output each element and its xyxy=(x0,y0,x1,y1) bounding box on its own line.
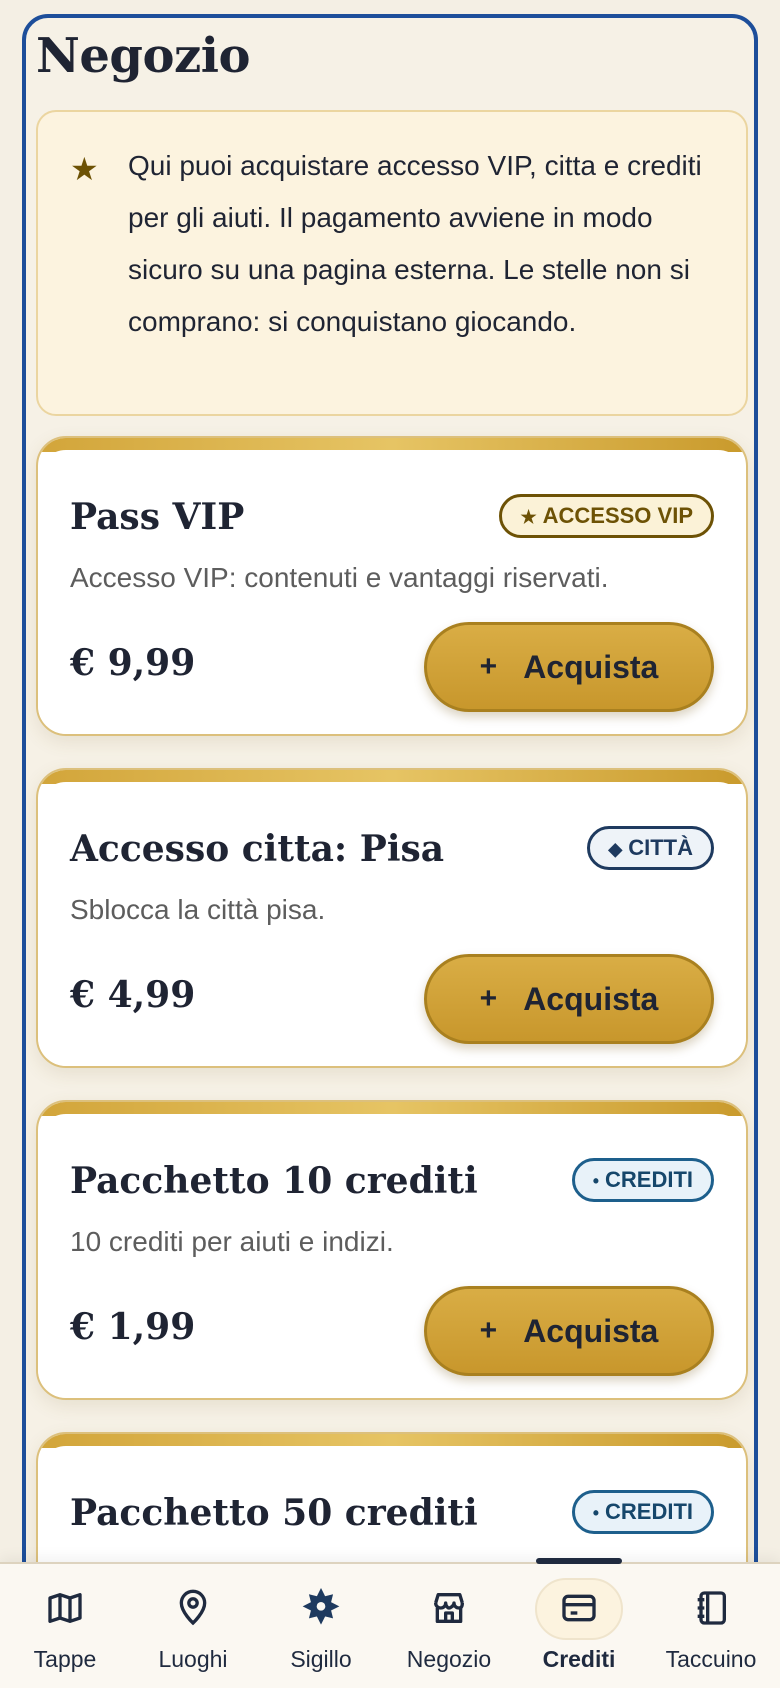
star-icon: ★ xyxy=(520,507,537,527)
dot-icon: • xyxy=(592,1503,599,1523)
badge-label: CITTÀ xyxy=(628,835,693,860)
product-description: 10 crediti per aiuti e indizi. xyxy=(70,1226,394,1257)
buy-button[interactable]: + Acquista xyxy=(424,954,714,1044)
card-body: Accesso citta: Pisa ◆ CITTÀ Sblocca la ci… xyxy=(38,782,746,1066)
badge-credits: • CREDITI xyxy=(571,1490,714,1534)
badge-vip: ★ ACCESSO VIP xyxy=(499,494,714,538)
page-title: Negozio xyxy=(36,28,251,84)
nav-item-tappe[interactable]: Tappe xyxy=(0,1564,130,1688)
card-body: Pacchetto 10 crediti • CREDITI 10 crediti… xyxy=(38,1114,746,1398)
bottom-navigation: Tappe Luoghi Sigillo Negozio Crediti Tac… xyxy=(0,1558,780,1688)
nav-label: Crediti xyxy=(542,1646,616,1672)
product-title: Pass VIP xyxy=(70,496,245,538)
info-notice: ★ Qui puoi acquistare accesso VIP, citta… xyxy=(36,110,748,416)
nav-label: Taccuino xyxy=(665,1646,757,1672)
notice-text: Qui puoi acquistare accesso VIP, citta e… xyxy=(128,150,702,337)
product-title: Accesso citta: Pisa xyxy=(70,828,445,870)
product-description: Sblocca la città pisa. xyxy=(70,894,326,925)
diamond-icon: ◆ xyxy=(608,839,623,859)
active-indicator xyxy=(536,1558,622,1564)
nav-item-luoghi[interactable]: Luoghi xyxy=(128,1564,258,1688)
badge-city: ◆ CITTÀ xyxy=(587,826,714,870)
nav-label: Luoghi xyxy=(158,1646,228,1672)
badge-label: ACCESSO VIP xyxy=(542,503,693,528)
badge-label: CREDITI xyxy=(605,1499,693,1524)
nav-label: Tappe xyxy=(33,1646,97,1672)
badge-credits: • CREDITI xyxy=(571,1158,714,1202)
buy-button[interactable]: + Acquista xyxy=(424,622,714,712)
plus-icon: + xyxy=(479,650,498,683)
product-title: Pacchetto 10 crediti xyxy=(70,1160,478,1202)
product-price: € 9,99 xyxy=(70,642,196,684)
nav-label: Sigillo xyxy=(290,1646,352,1672)
nav-item-taccuino[interactable]: Taccuino xyxy=(646,1564,776,1688)
map-icon xyxy=(48,1593,82,1623)
store-icon xyxy=(434,1593,464,1623)
product-card-credits-10: Pacchetto 10 crediti • CREDITI 10 crediti… xyxy=(36,1100,748,1400)
buy-button-label: Acquista xyxy=(523,980,659,1017)
dot-icon: • xyxy=(592,1171,599,1191)
card-body: Pass VIP ★ ACCESSO VIP Accesso VIP: conte… xyxy=(38,450,746,734)
plus-icon: + xyxy=(479,1314,498,1347)
seal-icon xyxy=(302,1588,340,1625)
product-price: € 1,99 xyxy=(70,1306,196,1348)
badge-label: CREDITI xyxy=(605,1167,693,1192)
product-price: € 4,99 xyxy=(70,974,196,1016)
nav-item-sigillo[interactable]: Sigillo xyxy=(256,1564,386,1688)
plus-icon: + xyxy=(479,982,498,1015)
notebook-icon xyxy=(697,1591,726,1625)
app-frame: Negozio ★ Qui puoi acquistare accesso VI… xyxy=(22,14,758,1688)
product-title: Pacchetto 50 crediti xyxy=(70,1492,478,1534)
buy-button-label: Acquista xyxy=(523,648,659,685)
product-card-vip: Pass VIP ★ ACCESSO VIP Accesso VIP: conte… xyxy=(36,436,748,736)
buy-button[interactable]: + Acquista xyxy=(424,1286,714,1376)
credit-card-icon xyxy=(562,1594,596,1622)
nav-item-negozio[interactable]: Negozio xyxy=(384,1564,514,1688)
star-icon: ★ xyxy=(70,150,99,188)
location-pin-icon xyxy=(179,1589,207,1626)
buy-button-label: Acquista xyxy=(523,1312,659,1349)
nav-item-crediti[interactable]: Crediti xyxy=(514,1558,644,1688)
nav-label: Negozio xyxy=(406,1646,492,1672)
product-description: Accesso VIP: contenuti e vantaggi riserv… xyxy=(70,562,609,593)
product-card-city: Accesso citta: Pisa ◆ CITTÀ Sblocca la ci… xyxy=(36,768,748,1068)
